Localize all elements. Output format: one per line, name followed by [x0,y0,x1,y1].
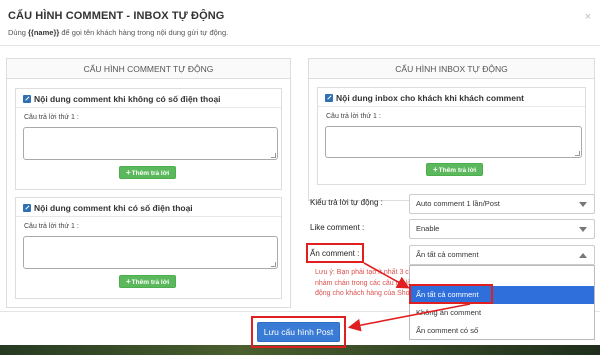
answer-textarea[interactable] [325,126,582,158]
answer-label: Câu trả lời thứ 1 : [24,223,79,230]
panel-title-text: Nội dung inbox cho khách khi khách comme… [336,93,524,103]
name-token: {{name}} [28,28,60,37]
comment-config-header: CẤU HÌNH COMMENT TỰ ĐỘNG [7,59,290,79]
close-icon[interactable]: × [585,11,591,23]
highlight-hide-comment-label [306,243,364,263]
panel-title: Nội dung inbox cho khách khi khách comme… [318,88,585,107]
option-no-hide[interactable]: Không ẩn comment [410,304,594,322]
answer-label: Câu trả lời thứ 1 : [326,113,381,120]
option-hide-with-phone[interactable]: Ẩn comment có số [410,322,594,340]
caret-down-icon [579,202,587,207]
highlight-save-button [251,316,346,348]
add-answer-button[interactable]: +Thêm trả lời [119,166,177,179]
resize-grip-icon[interactable] [575,151,580,156]
answer-textarea[interactable] [23,236,278,269]
add-answer-label: Thêm trả lời [131,170,170,177]
modal-header: CẤU HÌNH COMMENT - INBOX TỰ ĐỘNG Dùng {{… [0,0,600,46]
caret-up-icon [579,253,587,258]
answer-label: Câu trả lời thứ 1 : [24,114,79,121]
comment-config-column: CẤU HÌNH COMMENT TỰ ĐỘNG Nội dung commen… [6,58,291,308]
resize-grip-icon[interactable] [271,262,276,267]
panel-title-text: Nội dung comment khi không có số điện th… [34,94,221,104]
inbox-config-header: CẤU HÌNH INBOX TỰ ĐỘNG [309,59,594,79]
answer-textarea[interactable] [23,127,278,160]
add-answer-label: Thêm trả lời [131,279,170,286]
panel-title: Nội dung comment khi có số điện thoại [16,198,281,217]
panel-title-text: Nội dung comment khi có số điện thoại [34,203,193,213]
add-answer-button[interactable]: +Thêm trả lời [119,275,177,288]
reply-type-select[interactable]: Auto comment 1 lần/Post [409,194,595,214]
add-answer-label: Thêm trả lời [438,167,477,174]
warning-note: Lưu ý: Bạn phải tạo ít nhất 3 c nhàm chá… [315,269,414,297]
comment-no-phone-panel: Nội dung comment khi không có số điện th… [15,88,282,190]
config-modal: CẤU HÌNH COMMENT - INBOX TỰ ĐỘNG Dùng {{… [0,0,600,345]
pencil-square-icon [23,95,31,103]
plus-icon: + [433,165,438,174]
highlight-hide-all-option [409,284,493,304]
pencil-square-icon [325,94,333,102]
add-answer-button[interactable]: +Thêm trả lời [426,163,484,176]
like-comment-label: Like comment : [310,223,365,232]
like-comment-value: Enable [416,224,440,233]
plus-icon: + [126,168,131,177]
hide-comment-value: Ẩn tất cả comment [416,250,479,259]
subtitle-suffix: để gọi tên khách hàng trong nội dung gửi… [59,28,229,37]
reply-type-label: Kiểu trả lời tự động : [310,198,383,207]
resize-grip-icon[interactable] [271,153,276,158]
modal-title: CẤU HÌNH COMMENT - INBOX TỰ ĐỘNG [8,10,225,22]
caret-down-icon [579,227,587,232]
like-comment-select[interactable]: Enable [409,219,595,239]
pencil-square-icon [23,204,31,212]
inbox-config-column: CẤU HÌNH INBOX TỰ ĐỘNG Nội dung inbox ch… [308,58,595,201]
inbox-content-panel: Nội dung inbox cho khách khi khách comme… [317,87,586,185]
hide-comment-select[interactable]: Ẩn tất cả comment [409,245,595,265]
comment-with-phone-panel: Nội dung comment khi có số điện thoại Câ… [15,197,282,299]
reply-type-value: Auto comment 1 lần/Post [416,199,500,208]
panel-title: Nội dung comment khi không có số điện th… [16,89,281,108]
plus-icon: + [126,277,131,286]
subtitle-prefix: Dùng [8,28,29,37]
modal-subtitle: Dùng {{name}} để gọi tên khách hàng tron… [8,28,592,37]
